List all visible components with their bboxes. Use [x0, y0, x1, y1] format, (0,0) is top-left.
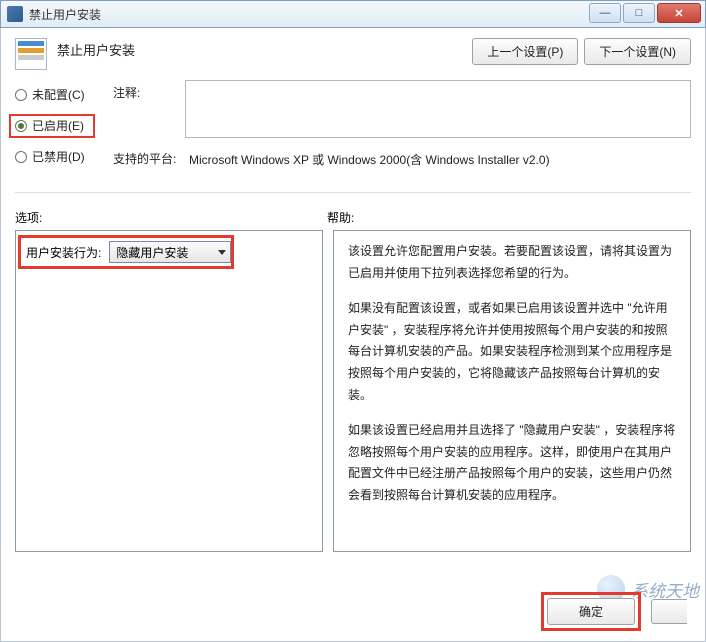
ok-button[interactable]: 确定: [547, 598, 635, 625]
radio-not-configured[interactable]: 未配置(C): [15, 86, 113, 103]
radio-icon: [15, 151, 27, 163]
comment-label: 注释:: [113, 80, 185, 138]
radio-icon: [15, 89, 27, 101]
radio-disabled[interactable]: 已禁用(D): [15, 148, 113, 165]
chevron-down-icon: [218, 250, 226, 255]
maximize-button[interactable]: □: [623, 3, 655, 23]
help-label: 帮助:: [327, 209, 354, 226]
footer-buttons: 确定: [541, 592, 687, 631]
section-labels: 选项: 帮助:: [1, 199, 705, 230]
policy-icon: [15, 38, 47, 70]
nav-buttons: 上一个设置(P) 下一个设置(N): [472, 38, 691, 65]
radio-label: 已禁用(D): [32, 148, 85, 165]
dialog-content: 禁止用户安装 上一个设置(P) 下一个设置(N) 未配置(C) 已启用(E) 已…: [0, 28, 706, 642]
next-setting-button[interactable]: 下一个设置(N): [584, 38, 691, 65]
app-icon: [7, 6, 23, 22]
comment-row: 注释:: [113, 80, 691, 138]
radio-icon: [15, 120, 27, 132]
radio-label: 未配置(C): [32, 86, 85, 103]
help-paragraph: 如果没有配置该设置，或者如果已启用该设置并选中 "允许用户安装" ，安装程序将允…: [348, 298, 676, 406]
behavior-value: 隐藏用户安装: [116, 244, 188, 261]
radio-enabled[interactable]: 已启用(E): [15, 117, 113, 134]
help-panel: 该设置允许您配置用户安装。若要配置该设置，请将其设置为已启用并使用下拉列表选择您…: [333, 230, 691, 552]
platform-label: 支持的平台:: [113, 146, 185, 172]
panels: 用户安装行为: 隐藏用户安装 该设置允许您配置用户安装。若要配置该设置，请将其设…: [1, 230, 705, 552]
platform-value: Microsoft Windows XP 或 Windows 2000(含 Wi…: [185, 146, 691, 172]
divider: [15, 192, 691, 193]
top-fields: 注释: 支持的平台: Microsoft Windows XP 或 Window…: [113, 80, 691, 180]
platform-row: 支持的平台: Microsoft Windows XP 或 Windows 20…: [113, 146, 691, 172]
state-radios: 未配置(C) 已启用(E) 已禁用(D): [15, 80, 113, 180]
highlight-ok: 确定: [541, 592, 641, 631]
help-paragraph: 该设置允许您配置用户安装。若要配置该设置，请将其设置为已启用并使用下拉列表选择您…: [348, 241, 676, 284]
options-panel: 用户安装行为: 隐藏用户安装: [15, 230, 323, 552]
policy-title: 禁止用户安装: [57, 38, 135, 59]
partial-button[interactable]: [651, 599, 687, 624]
titlebar: 禁止用户安装 — □ ✕: [0, 0, 706, 28]
help-paragraph: 如果该设置已经启用并且选择了 "隐藏用户安装" ，安装程序将忽略按照每个用户安装…: [348, 420, 676, 506]
window-controls: — □ ✕: [589, 3, 701, 23]
config-area: 未配置(C) 已启用(E) 已禁用(D) 注释: 支持的平台: Microsof…: [1, 76, 705, 186]
prev-setting-button[interactable]: 上一个设置(P): [472, 38, 578, 65]
options-label: 选项:: [15, 209, 327, 226]
close-button[interactable]: ✕: [657, 3, 701, 23]
behavior-select[interactable]: 隐藏用户安装: [109, 241, 231, 263]
header-row: 禁止用户安装 上一个设置(P) 下一个设置(N): [1, 28, 705, 76]
behavior-label: 用户安装行为:: [26, 244, 101, 261]
window-title: 禁止用户安装: [29, 6, 101, 23]
radio-label: 已启用(E): [32, 117, 84, 134]
behavior-row: 用户安装行为: 隐藏用户安装: [26, 241, 312, 263]
comment-input[interactable]: [185, 80, 691, 138]
minimize-button[interactable]: —: [589, 3, 621, 23]
